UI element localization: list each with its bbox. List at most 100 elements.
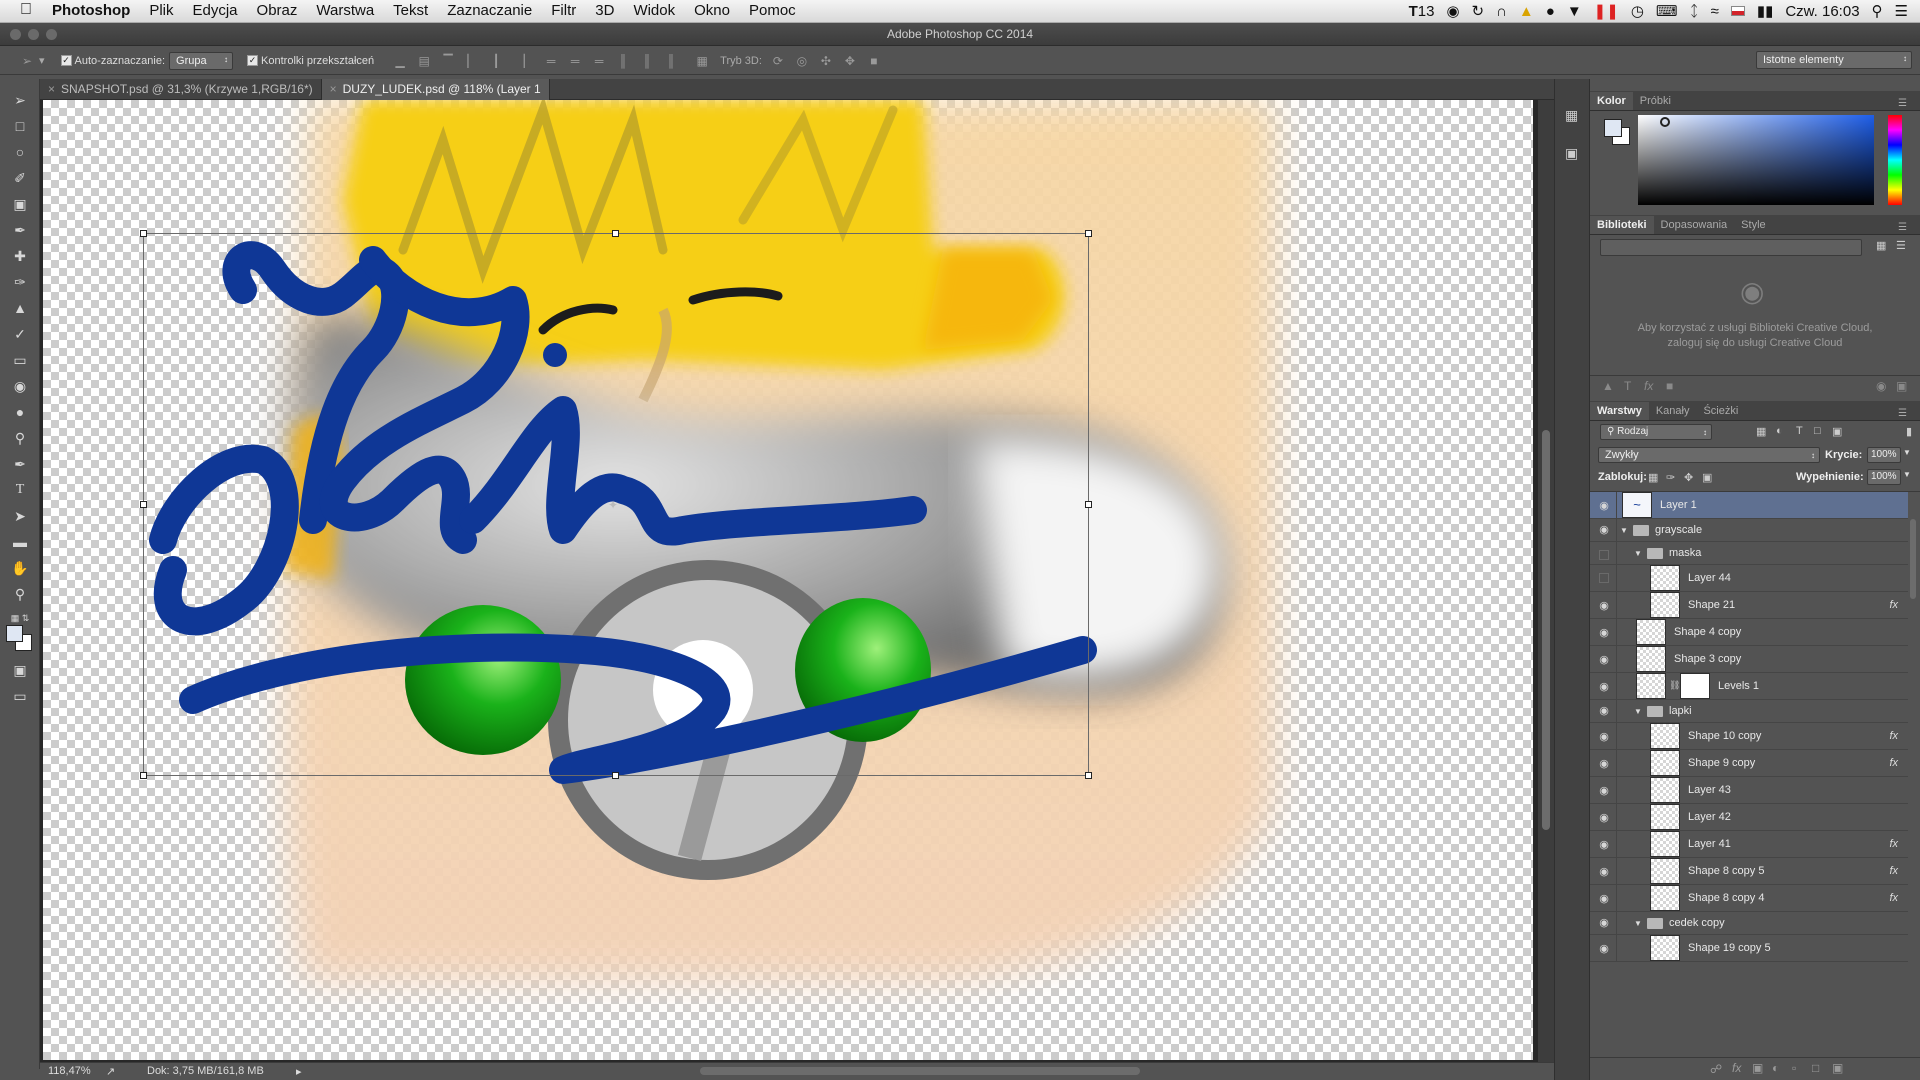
panel-menu-icon[interactable]: ☰ <box>1891 95 1914 112</box>
roll-3d-icon[interactable]: ◎ <box>795 54 809 68</box>
layer-thumbnail[interactable] <box>1650 723 1680 749</box>
canvas-area[interactable]: ✦ <box>40 100 1554 1062</box>
new-group-icon[interactable]: ▫ <box>1792 1061 1796 1075</box>
align-vcenter-icon[interactable]: ▤ <box>417 54 431 68</box>
menu-layer[interactable]: Warstwa <box>316 2 374 19</box>
keyboard-icon[interactable]: ⌨ <box>1656 2 1678 20</box>
layer-row[interactable]: ◉ Shape 19 copy 5 <box>1590 935 1908 962</box>
layer-thumbnail[interactable] <box>1650 858 1680 884</box>
layer-filter-dropdown[interactable]: ⚲ Rodzaj ↕ <box>1600 424 1712 440</box>
cloud-sync-icon[interactable]: ◉ <box>1876 379 1886 393</box>
distribute-vcenter-icon[interactable]: ═ <box>568 54 582 68</box>
tab-duzy-ludek[interactable]: × DUZY_LUDEK.psd @ 118% (Layer 1 <box>321 79 550 100</box>
color-picker-cursor[interactable] <box>1660 117 1670 127</box>
fx-icon[interactable]: fx <box>1889 838 1898 850</box>
transform-handle[interactable] <box>140 501 147 508</box>
alert-icon[interactable]: ▼ <box>1567 3 1582 20</box>
creative-cloud-icon[interactable]: ◉ <box>1446 2 1459 20</box>
layer-name[interactable]: Levels 1 <box>1718 680 1759 692</box>
dodge-tool-icon[interactable]: ⚲ <box>8 427 32 449</box>
lock-transparent-icon[interactable]: ▦ <box>1648 471 1658 484</box>
expand-group-icon[interactable]: ▼ <box>1634 549 1642 558</box>
horizontal-scroll-thumb[interactable] <box>700 1067 1140 1075</box>
blur-tool-icon[interactable]: ● <box>8 401 32 423</box>
eyedropper-tool-icon[interactable]: ✒ <box>8 219 32 241</box>
share-icon[interactable]: ↗ <box>106 1065 115 1078</box>
fx-icon[interactable]: fx <box>1889 865 1898 877</box>
layer-name[interactable]: Shape 21 <box>1688 599 1735 611</box>
quick-select-tool-icon[interactable]: ✐ <box>8 167 32 189</box>
layer-row[interactable]: ◉ Layer 41 fx <box>1590 831 1908 858</box>
add-graphic-icon[interactable]: ▲ <box>1602 379 1614 393</box>
slide-3d-icon[interactable]: ✥ <box>843 54 857 68</box>
document-canvas[interactable]: ✦ <box>43 100 1533 1060</box>
eye-icon[interactable]: ◉ <box>1598 811 1610 824</box>
quick-mask-icon[interactable]: ▣ <box>8 659 32 681</box>
distribute-bottom-icon[interactable]: ═ <box>592 54 606 68</box>
eye-icon[interactable]: ◉ <box>1598 865 1610 878</box>
zoom-tool-icon[interactable]: ⚲ <box>8 583 32 605</box>
battery-icon[interactable]: ▮▮ <box>1757 2 1774 20</box>
filter-smart-object-icon[interactable]: ▣ <box>1832 425 1842 438</box>
rectangle-tool-icon[interactable]: ▬ <box>8 531 32 553</box>
properties-panel-icon[interactable]: ▣ <box>1565 145 1578 162</box>
menu-app-name[interactable]: Photoshop <box>52 2 130 19</box>
fill-arrow-icon[interactable]: ▼ <box>1903 470 1911 479</box>
tab-channels[interactable]: Kanały <box>1649 402 1697 420</box>
pause-icon[interactable]: ❚❚ <box>1594 2 1619 20</box>
lock-all-icon[interactable]: ▣ <box>1702 471 1712 484</box>
filter-pixel-icon[interactable]: ▦ <box>1756 425 1766 438</box>
fx-icon[interactable]: fx <box>1889 730 1898 742</box>
screen-mode-icon[interactable]: ▭ <box>8 685 32 707</box>
layer-thumbnail[interactable] <box>1636 673 1666 699</box>
layer-row[interactable]: ◉ Shape 8 copy 5 fx <box>1590 858 1908 885</box>
eye-icon[interactable]: ◉ <box>1598 838 1610 851</box>
close-window-button[interactable] <box>10 29 21 40</box>
add-mask-icon[interactable]: ▣ <box>1752 1061 1763 1075</box>
marquee-tool-icon[interactable]: □ <box>8 115 32 137</box>
layer-row[interactable]: ◉ Shape 4 copy <box>1590 619 1908 646</box>
history-panel-icon[interactable]: ▦ <box>1565 107 1578 124</box>
lock-position-icon[interactable]: ✥ <box>1684 471 1693 484</box>
layer-name[interactable]: Layer 44 <box>1688 572 1731 584</box>
fx-icon[interactable]: fx <box>1889 892 1898 904</box>
fill-input[interactable]: 100% <box>1867 469 1901 485</box>
layer-row[interactable]: ◉ Shape 21 fx <box>1590 592 1908 619</box>
fx-icon[interactable]: fx <box>1889 757 1898 769</box>
distribute-right-icon[interactable]: ║ <box>664 54 678 68</box>
move-tool-icon[interactable]: ➢ <box>20 54 34 68</box>
layer-group-row[interactable]: ◉ ▼ grayscale <box>1590 519 1908 542</box>
healing-tool-icon[interactable]: ✚ <box>8 245 32 267</box>
new-layer-icon[interactable]: □ <box>1812 1061 1819 1075</box>
eye-icon[interactable]: ◉ <box>1598 704 1610 717</box>
zoom-level[interactable]: 118,47% <box>48 1065 91 1077</box>
tab-snapshot[interactable]: × SNAPSHOT.psd @ 31,3% (Krzywe 1,RGB/16*) <box>40 79 322 100</box>
eraser-tool-icon[interactable]: ▭ <box>8 349 32 371</box>
filter-adjustment-icon[interactable]: ◐ <box>1776 425 1783 437</box>
eye-icon[interactable]: ◉ <box>1598 599 1610 612</box>
layer-thumbnail[interactable] <box>1650 565 1680 591</box>
menu-filter[interactable]: Filtr <box>551 2 576 19</box>
bluetooth-icon[interactable]: ᛨ <box>1690 3 1699 20</box>
transform-handle[interactable] <box>1085 230 1092 237</box>
layers-scroll-thumb[interactable] <box>1910 519 1916 599</box>
add-color-icon[interactable]: ■ <box>1666 379 1673 393</box>
list-view-icon[interactable]: ☰ <box>1896 239 1906 252</box>
eye-icon[interactable] <box>1599 550 1609 560</box>
layer-name[interactable]: Layer 1 <box>1660 499 1697 511</box>
layer-name[interactable]: cedek copy <box>1669 917 1725 929</box>
layer-name[interactable]: Shape 10 copy <box>1688 730 1761 742</box>
eye-icon[interactable]: ◉ <box>1598 784 1610 797</box>
menu-file[interactable]: Plik <box>149 2 173 19</box>
orbit-3d-icon[interactable]: ⟳ <box>771 54 785 68</box>
auto-select-dropdown[interactable]: Grupa ↕ <box>169 51 234 70</box>
layer-row[interactable]: ◉ ⛓ Levels 1 <box>1590 673 1908 700</box>
tab-color[interactable]: Kolor <box>1590 92 1633 110</box>
transform-handle[interactable] <box>1085 501 1092 508</box>
vertical-scroll-thumb[interactable] <box>1542 430 1550 830</box>
layer-name[interactable]: Shape 19 copy 5 <box>1688 942 1771 954</box>
transform-handle[interactable] <box>612 772 619 779</box>
type-tool-icon[interactable]: T <box>8 479 32 501</box>
link-layers-icon[interactable]: ☍ <box>1710 1062 1722 1076</box>
layer-name[interactable]: Layer 43 <box>1688 784 1731 796</box>
